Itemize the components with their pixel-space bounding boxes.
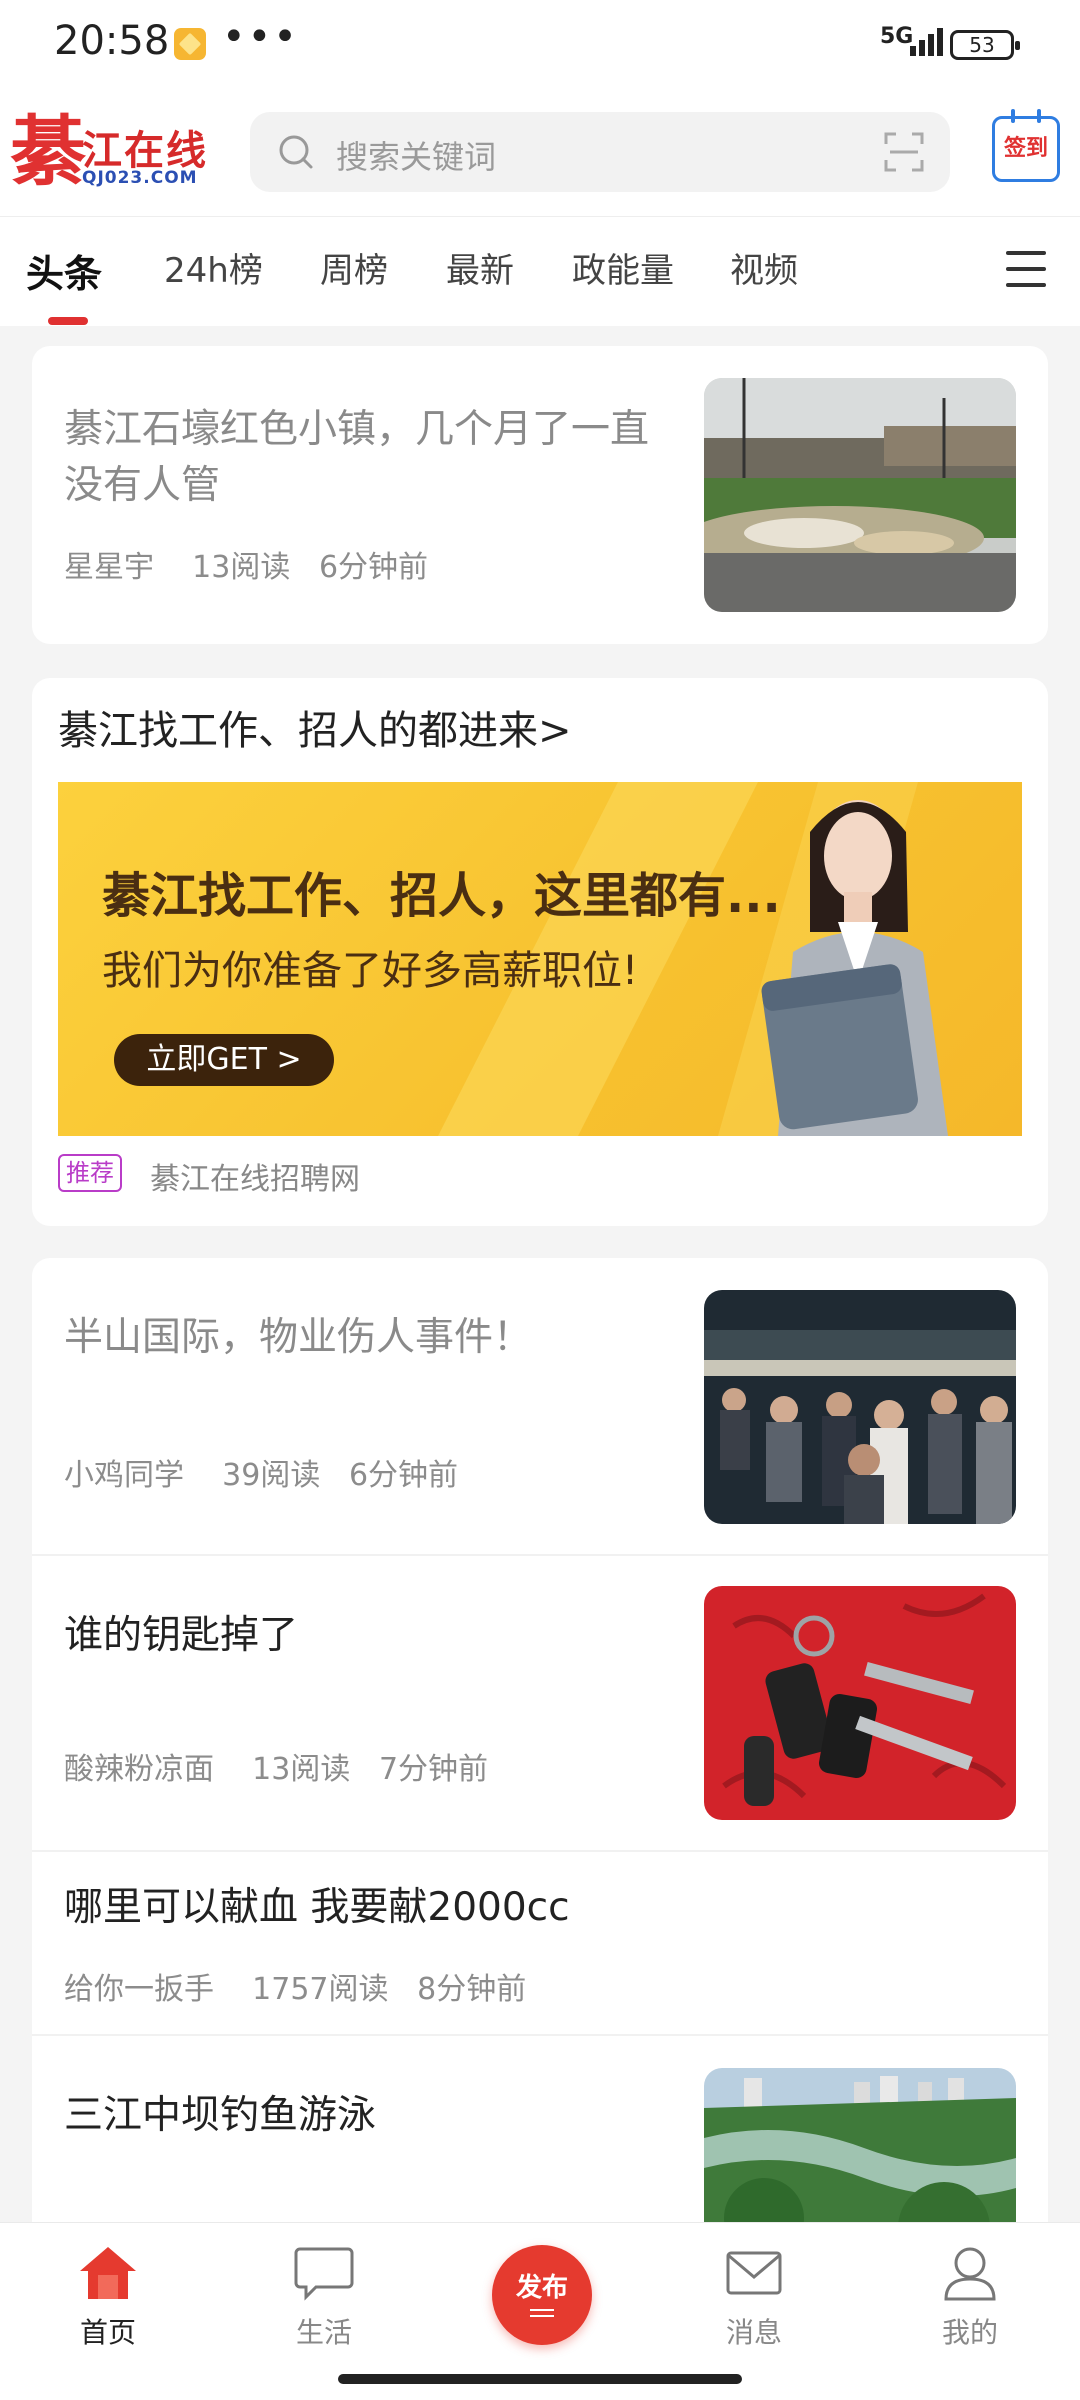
tab-24h[interactable]: 24h榜 — [164, 243, 263, 292]
news-meta: 小鸡同学 39阅读 6分钟前 — [64, 1450, 458, 1494]
battery-icon: 53 — [950, 30, 1020, 60]
menu-icon[interactable] — [1006, 251, 1046, 287]
news-item[interactable]: 半山国际，物业伤人事件！ 小鸡同学 39阅读 6分钟前 — [32, 1258, 1048, 1556]
status-bar: 20:58 ••• 5G 53 — [0, 0, 1080, 86]
job-banner[interactable]: 綦江找工作、招人，这里都有... 我们为你准备了好多高薪职位! 立即GET > — [58, 782, 1022, 1136]
news-item[interactable]: 哪里可以献血 我要献2000cc 给你一扳手 1757阅读 8分钟前 — [32, 1852, 1048, 2034]
news-title: 半山国际，物业伤人事件！ — [64, 1315, 533, 1360]
search-input[interactable]: 搜索关键词 — [250, 112, 950, 192]
news-title: 綦江石壕红色小镇，几个月了一直没有人管 — [64, 407, 650, 508]
news-title: 三江中坝钓鱼游泳 — [64, 2093, 377, 2138]
more-notifications-icon: ••• — [222, 14, 299, 60]
news-author: 酸辣粉凉面 — [64, 1752, 214, 1787]
signal-icon — [904, 26, 944, 56]
app-header: 綦 江在线 QJ023.COM 搜索关键词 签到 — [0, 86, 1080, 216]
news-thumbnail — [704, 1586, 1016, 1820]
news-thumbnail — [704, 2068, 1016, 2222]
status-time: 20:58 — [54, 18, 170, 64]
banner-headline: 綦江找工作、招人，这里都有... — [102, 868, 781, 924]
news-reads: 13阅读 — [192, 550, 291, 585]
recommend-badge: 推荐 — [58, 1154, 122, 1192]
news-thumbnail — [704, 378, 1016, 612]
banner-subline: 我们为你准备了好多高薪职位! — [102, 948, 639, 994]
news-reads: 39阅读 — [222, 1458, 321, 1493]
logo-domain: QJ023.COM — [82, 168, 198, 188]
news-time: 6分钟前 — [318, 550, 429, 585]
news-card: 綦江石壕红色小镇，几个月了一直没有人管 星星宇 13阅读 6分钟前 — [32, 346, 1048, 644]
search-placeholder: 搜索关键词 — [336, 138, 497, 176]
nav-life-label: 生活 — [295, 2316, 352, 2349]
tab-positive-energy[interactable]: 政能量 — [572, 243, 674, 292]
home-icon — [80, 2247, 136, 2299]
mail-icon — [726, 2251, 782, 2295]
news-author: 星星宇 — [64, 550, 154, 585]
nav-mine[interactable]: 我的 — [910, 2245, 1030, 2351]
user-icon — [944, 2247, 996, 2301]
news-reads: 13阅读 — [252, 1752, 351, 1787]
news-author: 小鸡同学 — [64, 1458, 184, 1493]
job-promo-card: 綦江找工作、招人的都进来> 綦江找工作、招人，这里都有... 我们为你准备了好多… — [32, 678, 1048, 1226]
tab-headlines[interactable]: 头条 — [26, 243, 102, 298]
tab-latest[interactable]: 最新 — [446, 243, 514, 292]
news-time: 6分钟前 — [348, 1458, 459, 1493]
news-reads: 1757阅读 — [252, 1972, 389, 2007]
news-thumbnail — [704, 1290, 1016, 1524]
news-meta: 星星宇 13阅读 6分钟前 — [64, 542, 428, 586]
publish-label: 发布 — [515, 2273, 568, 2303]
banner-get-button[interactable]: 立即GET > — [114, 1034, 334, 1086]
nav-messages[interactable]: 消息 — [694, 2245, 814, 2351]
news-time: 8分钟前 — [417, 1972, 527, 2007]
nav-messages-label: 消息 — [725, 2316, 782, 2349]
news-meta: 给你一扳手 1757阅读 8分钟前 — [64, 1964, 526, 2008]
news-title: 哪里可以献血 我要献2000cc — [64, 1885, 570, 1930]
logo-char: 綦 — [10, 107, 86, 196]
nav-life[interactable]: 生活 — [264, 2245, 384, 2351]
app-logo: 綦 江在线 QJ023.COM — [10, 112, 225, 196]
news-meta: 酸辣粉凉面 13阅读 7分钟前 — [64, 1744, 488, 1788]
nav-home-label: 首页 — [79, 2316, 136, 2349]
publish-button[interactable]: 发布 — [492, 2245, 592, 2345]
nav-home[interactable]: 首页 — [48, 2245, 168, 2351]
search-icon — [279, 135, 313, 169]
chat-bubble-icon — [294, 2247, 354, 2301]
news-author: 给你一扳手 — [64, 1972, 214, 2007]
home-indicator[interactable] — [338, 2374, 742, 2384]
news-item[interactable]: 綦江石壕红色小镇，几个月了一直没有人管 星星宇 13阅读 6分钟前 — [32, 346, 1048, 644]
news-item[interactable]: 谁的钥匙掉了 酸辣粉凉面 13阅读 7分钟前 — [32, 1556, 1048, 1850]
news-title: 谁的钥匙掉了 — [64, 1613, 299, 1658]
notification-app-icon — [174, 28, 206, 60]
signin-button[interactable]: 签到 — [992, 109, 1060, 182]
job-promo-link[interactable]: 綦江找工作、招人的都进来> — [58, 698, 572, 756]
category-tabs: 头条 24h榜 周榜 最新 政能量 视频 — [0, 216, 1080, 326]
tab-video[interactable]: 视频 — [730, 243, 798, 292]
nav-mine-label: 我的 — [941, 2316, 998, 2349]
news-time: 7分钟前 — [378, 1752, 489, 1787]
news-list: 半山国际，物业伤人事件！ 小鸡同学 39阅读 6分钟前 谁的钥匙掉了 酸辣粉凉面… — [32, 1258, 1048, 2222]
publish-icon — [530, 2309, 554, 2317]
active-tab-indicator — [48, 317, 88, 325]
tab-weekly[interactable]: 周榜 — [320, 243, 388, 292]
scan-icon[interactable] — [884, 132, 924, 172]
news-item[interactable]: 三江中坝钓鱼游泳 — [32, 2036, 1048, 2222]
promo-source: 綦江在线招聘网 — [150, 1162, 360, 1197]
